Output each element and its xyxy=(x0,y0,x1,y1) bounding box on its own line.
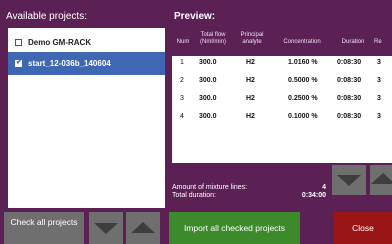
cell-duration: 0:08:30 xyxy=(337,95,362,102)
project-item-demo-gm-rack[interactable]: Demo GM-RACK xyxy=(8,31,165,54)
checkmark-icon: ✔ xyxy=(16,59,22,66)
preview-scroll-up-button[interactable] xyxy=(370,165,392,195)
cell-repeat: 3 xyxy=(377,113,381,120)
preview-title: Preview: xyxy=(174,11,216,22)
cell-concentration: 0.5000 % xyxy=(288,77,318,84)
col-header-concentration: Concentration xyxy=(283,39,321,45)
col-header-repeat: Re xyxy=(374,39,382,45)
projects-title: Available projects: xyxy=(6,11,87,22)
import-checked-projects-button[interactable]: Import all checked projects xyxy=(169,212,300,244)
cell-repeat: 3 xyxy=(377,95,381,102)
mixture-lines-value: 4 xyxy=(322,184,326,191)
cell-num: 4 xyxy=(180,113,184,120)
project-label: Demo GM-RACK xyxy=(28,38,92,47)
cell-analyte: H2 xyxy=(246,77,255,84)
project-label: start_12-036b_140604 xyxy=(28,59,111,68)
cell-duration: 0:08:30 xyxy=(337,77,362,84)
arrow-down-icon xyxy=(94,223,118,234)
cell-concentration: 0.1000 % xyxy=(288,113,318,120)
project-checkbox[interactable]: ✔ xyxy=(15,59,22,67)
col-header-num: Num xyxy=(176,39,190,45)
cell-num: 3 xyxy=(180,95,184,102)
cell-flow: 300.0 xyxy=(199,95,217,102)
cell-concentration: 0.2500 % xyxy=(288,95,318,102)
project-checkbox[interactable] xyxy=(15,39,22,46)
cell-repeat: 3 xyxy=(377,77,381,84)
projects-scroll-down-button[interactable] xyxy=(89,212,123,244)
cell-analyte: H2 xyxy=(246,95,255,102)
arrow-up-icon xyxy=(131,222,155,233)
cell-analyte: H2 xyxy=(246,59,255,66)
cell-num: 1 xyxy=(180,59,184,66)
arrow-up-icon xyxy=(371,173,392,184)
mixture-lines-label: Amount of mixture lines: xyxy=(172,184,248,191)
total-duration-label: Total duration: xyxy=(172,192,216,199)
cell-flow: 300.0 xyxy=(199,77,217,84)
projects-scroll-up-button[interactable] xyxy=(126,212,160,244)
project-item-start-12-036b[interactable]: ✔ start_12-036b_140604 xyxy=(8,52,165,75)
cell-duration: 0:08:30 xyxy=(337,59,362,66)
close-button[interactable]: Close xyxy=(334,212,392,244)
col-header-total-flow: Total flow (Nml/min) xyxy=(200,32,226,45)
preview-table-header: Num Total flow (Nml/min) Principal analy… xyxy=(172,28,392,56)
check-all-projects-button[interactable]: Check all projects xyxy=(4,212,84,244)
total-duration-value: 0:34:00 xyxy=(301,192,326,199)
projects-list: Demo GM-RACK ✔ start_12-036b_140604 xyxy=(8,28,165,208)
col-header-duration: Duration xyxy=(341,39,365,45)
cell-concentration: 1.0160 % xyxy=(288,59,318,66)
cell-num: 2 xyxy=(180,77,184,84)
cell-duration: 0:08:30 xyxy=(337,113,362,120)
preview-scroll-down-button[interactable] xyxy=(332,165,366,195)
col-header-analyte: Principal analyte xyxy=(240,32,264,45)
cell-flow: 300.0 xyxy=(199,113,217,120)
arrow-down-icon xyxy=(337,175,361,186)
cell-repeat: 3 xyxy=(377,59,381,66)
cell-analyte: H2 xyxy=(246,113,255,120)
cell-flow: 300.0 xyxy=(199,59,217,66)
